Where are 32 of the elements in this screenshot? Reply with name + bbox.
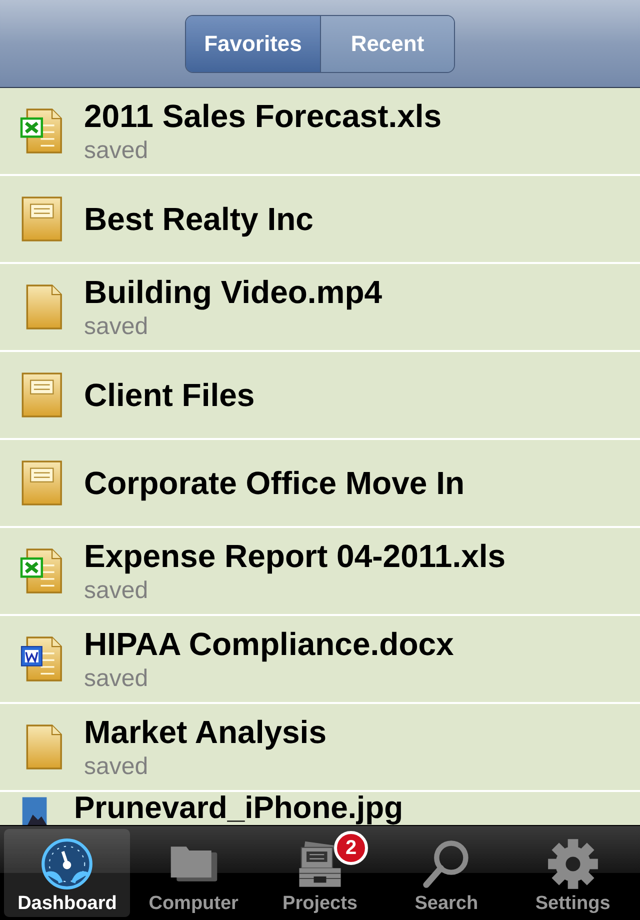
list-row[interactable]: HIPAA Compliance.docx saved — [0, 616, 640, 704]
file-name: Building Video.mp4 — [84, 274, 382, 310]
file-name: HIPAA Compliance.docx — [84, 626, 454, 662]
status-text: saved — [84, 136, 150, 164]
segment-button[interactable]: Favorites — [186, 16, 320, 72]
file-name: Best Realty Inc — [84, 200, 314, 238]
file-name: Corporate Office Move In — [84, 464, 464, 502]
file-name: 2011 Sales Forecast.xls — [84, 98, 442, 134]
file-name: Client Files — [84, 376, 255, 414]
list-row[interactable]: Client Files — [0, 352, 640, 440]
file-name: Expense Report 04-2011.xls — [84, 538, 506, 574]
status-text: saved — [84, 312, 150, 340]
status-text: saved — [84, 664, 150, 692]
count-badge: 2 — [334, 831, 368, 865]
list-row[interactable]: 2011 Sales Forecast.xls saved — [0, 88, 640, 176]
list-row[interactable]: Prunevard_iPhone.jpg — [0, 792, 640, 825]
tab-item[interactable]: Computer — [130, 829, 257, 917]
tab-item[interactable]: Search — [383, 829, 510, 917]
file-name: Prunevard_iPhone.jpg — [74, 792, 404, 823]
list-row[interactable]: Expense Report 04-2011.xls saved — [0, 528, 640, 616]
tab-item[interactable]: Dashboard — [4, 829, 130, 917]
gauge-icon — [40, 837, 94, 891]
list-row[interactable]: Building Video.mp4 saved — [0, 264, 640, 352]
tab-item[interactable]: Projects 2 — [256, 829, 384, 917]
list-row[interactable]: Market Analysis saved — [0, 704, 640, 792]
status-text: saved — [84, 752, 150, 780]
status-text: saved — [84, 576, 150, 604]
list-row[interactable]: Corporate Office Move In — [0, 440, 640, 528]
file-name: Market Analysis — [84, 714, 326, 750]
tab-item[interactable]: Settings — [510, 829, 636, 917]
settings-icon — [546, 837, 600, 891]
list-row[interactable]: Best Realty Inc — [0, 176, 640, 264]
